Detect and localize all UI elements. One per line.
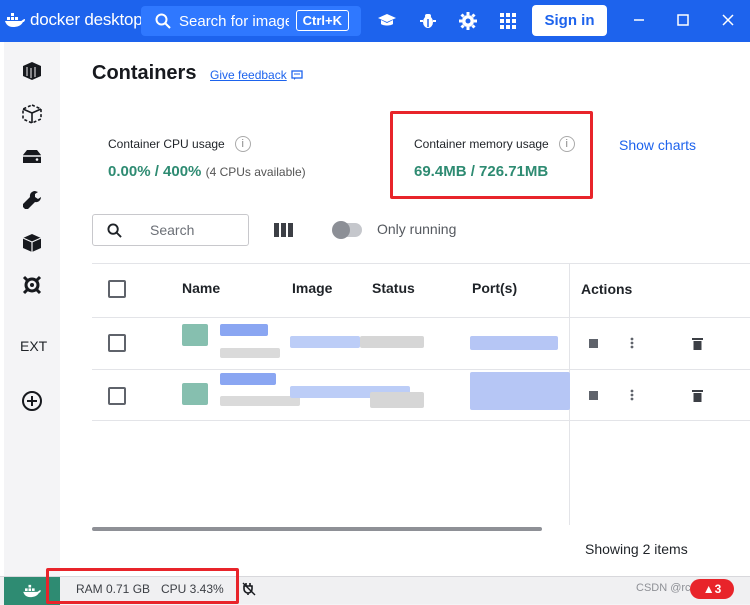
maximize-icon[interactable] xyxy=(675,12,691,28)
row-divider xyxy=(92,369,750,370)
columns-icon[interactable] xyxy=(274,223,294,242)
cpu-usage-value: 0.00% / 400% xyxy=(108,163,202,180)
search-shortcut-badge: Ctrl+K xyxy=(295,10,349,31)
container-name-redacted xyxy=(220,373,276,385)
feedback-chat-icon xyxy=(291,69,303,80)
search-icon xyxy=(107,222,122,238)
status-bar: RAM 0.71 GB CPU 3.43% CSDN @rcaan15 ▲3 xyxy=(0,568,750,605)
only-running-label: Only running xyxy=(377,221,457,237)
global-search-placeholder: Search for images, containers xyxy=(179,12,289,30)
delete-icon[interactable] xyxy=(690,336,704,350)
cpu-usage-note: (4 CPUs available) xyxy=(205,165,306,179)
resource-highlight-box xyxy=(46,568,239,604)
table-top-border xyxy=(92,263,750,264)
more-options-icon[interactable] xyxy=(625,336,639,350)
minimize-icon[interactable] xyxy=(631,12,647,28)
extensions-label[interactable]: EXT xyxy=(20,338,47,354)
status-redacted xyxy=(370,392,424,408)
container-search-input[interactable]: Search xyxy=(92,214,249,246)
status-redacted xyxy=(360,336,424,348)
column-header-actions: Actions xyxy=(581,281,633,297)
only-running-toggle[interactable] xyxy=(332,221,362,239)
disconnected-plug-icon[interactable] xyxy=(242,582,256,601)
column-header-image[interactable]: Image xyxy=(292,280,332,296)
apps-grid-icon[interactable] xyxy=(498,11,518,31)
ports-link-redacted xyxy=(470,336,558,350)
sign-in-button[interactable]: Sign in xyxy=(532,5,607,36)
logo-text: docker desktop xyxy=(30,10,143,29)
images-icon[interactable] xyxy=(20,102,44,126)
learn-icon[interactable] xyxy=(377,11,397,31)
ports-link-redacted xyxy=(470,372,570,410)
container-status-icon xyxy=(182,383,208,405)
docker-whale-icon xyxy=(5,13,25,27)
box-icon[interactable] xyxy=(20,231,44,255)
containers-page: Containers Give feedback Container CPU u… xyxy=(60,42,750,576)
horizontal-scrollbar[interactable] xyxy=(92,527,542,531)
row-checkbox[interactable] xyxy=(108,387,126,405)
bug-icon[interactable] xyxy=(418,11,438,31)
wrench-icon[interactable] xyxy=(20,188,44,212)
header-divider xyxy=(92,317,750,318)
give-feedback-label: Give feedback xyxy=(210,68,287,82)
notification-badge[interactable]: ▲3 xyxy=(690,579,734,599)
memory-highlight-box xyxy=(390,111,593,199)
docker-logo: docker desktop xyxy=(4,10,143,30)
show-charts-link[interactable]: Show charts xyxy=(619,137,696,153)
container-id-redacted xyxy=(220,348,280,358)
more-options-icon[interactable] xyxy=(625,388,639,402)
search-icon xyxy=(155,13,171,29)
sidebar: EXT xyxy=(4,42,60,576)
page-title: Containers xyxy=(92,62,197,84)
cpu-usage-label: Container CPU usage xyxy=(108,137,225,151)
delete-icon[interactable] xyxy=(690,388,704,402)
add-extension-icon[interactable] xyxy=(20,389,44,413)
info-icon[interactable]: i xyxy=(234,136,251,152)
settings-gear-icon[interactable] xyxy=(458,11,478,31)
showing-items-count: Showing 2 items xyxy=(585,541,688,557)
column-header-status[interactable]: Status xyxy=(372,280,415,296)
close-icon[interactable] xyxy=(720,12,736,28)
give-feedback-link[interactable]: Give feedback xyxy=(210,68,303,82)
stop-icon[interactable] xyxy=(586,388,600,402)
column-header-ports[interactable]: Port(s) xyxy=(472,280,517,296)
cpu-usage-stat: Container CPU usage i xyxy=(108,136,251,152)
row-divider xyxy=(92,420,750,421)
scout-icon[interactable] xyxy=(20,273,44,297)
image-link-redacted xyxy=(290,336,360,348)
row-checkbox[interactable] xyxy=(108,334,126,352)
container-name-redacted xyxy=(220,324,268,336)
title-bar: docker desktop Search for images, contai… xyxy=(0,0,750,42)
cpu-usage-value-row: 0.00% / 400% (4 CPUs available) xyxy=(108,163,306,180)
search-placeholder: Search xyxy=(150,222,195,238)
volumes-icon[interactable] xyxy=(20,145,44,169)
column-header-name[interactable]: Name xyxy=(182,280,220,296)
container-icon[interactable] xyxy=(20,59,44,83)
stop-icon[interactable] xyxy=(586,336,600,350)
global-search-button[interactable]: Search for images, containers Ctrl+K xyxy=(141,6,361,36)
container-id-redacted xyxy=(220,396,300,406)
docker-desktop-window: docker desktop Search for images, contai… xyxy=(0,0,750,605)
container-status-icon xyxy=(182,324,208,346)
select-all-checkbox[interactable] xyxy=(108,280,126,298)
